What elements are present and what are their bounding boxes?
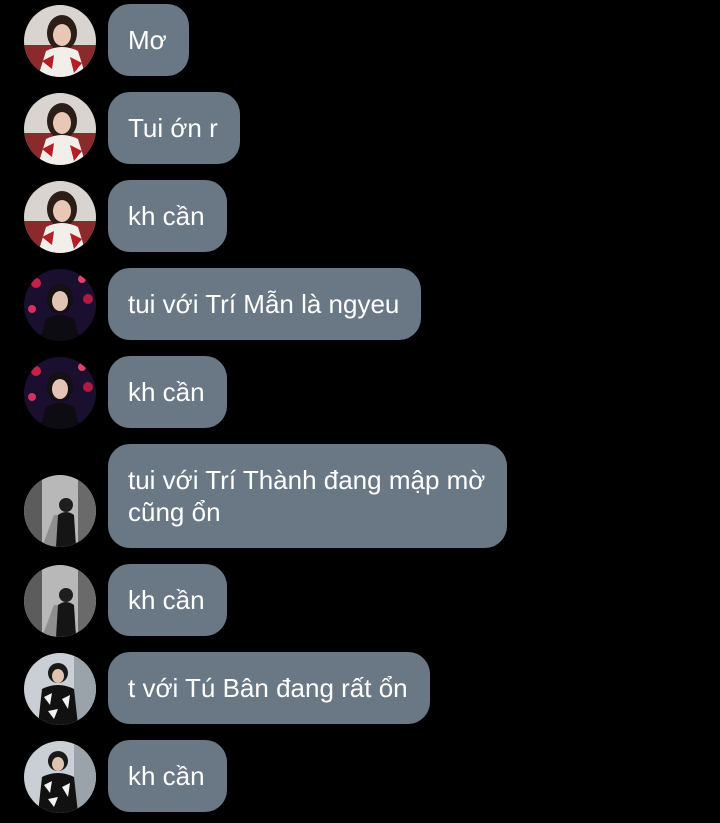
message-bubble[interactable]: kh cần xyxy=(108,740,227,812)
message-bubble[interactable]: Mơ xyxy=(108,4,189,76)
avatar[interactable] xyxy=(24,5,96,77)
message-bubble[interactable]: tui với Trí Thành đang mập mờ cũng ổn xyxy=(108,444,508,548)
message-row: kh cần xyxy=(0,180,720,254)
message-bubble[interactable]: tui với Trí Mẫn là ngyeu xyxy=(108,268,422,340)
message-bubble[interactable]: Tui ớn r xyxy=(108,92,240,164)
message-bubble[interactable]: t với Tú Bân đang rất ổn xyxy=(108,652,430,724)
message-row: kh cần xyxy=(0,356,720,430)
avatar[interactable] xyxy=(24,741,96,813)
avatar[interactable] xyxy=(24,269,96,341)
avatar[interactable] xyxy=(24,475,96,547)
message-bubble[interactable]: kh cần xyxy=(108,564,227,636)
avatar[interactable] xyxy=(24,181,96,253)
message-row: tui với Trí Mẫn là ngyeu xyxy=(0,268,720,342)
avatar[interactable] xyxy=(24,565,96,637)
message-row: t với Tú Bân đang rất ổn xyxy=(0,652,720,726)
avatar[interactable] xyxy=(24,93,96,165)
message-row: tui với Trí Thành đang mập mờ cũng ổn xyxy=(0,444,720,548)
avatar[interactable] xyxy=(24,653,96,725)
message-row: kh cần xyxy=(0,740,720,814)
message-row: Mơ xyxy=(0,4,720,78)
message-bubble[interactable]: kh cần xyxy=(108,356,227,428)
message-row: Tui ớn r xyxy=(0,92,720,166)
avatar[interactable] xyxy=(24,357,96,429)
message-bubble[interactable]: kh cần xyxy=(108,180,227,252)
message-row: kh cần xyxy=(0,564,720,638)
